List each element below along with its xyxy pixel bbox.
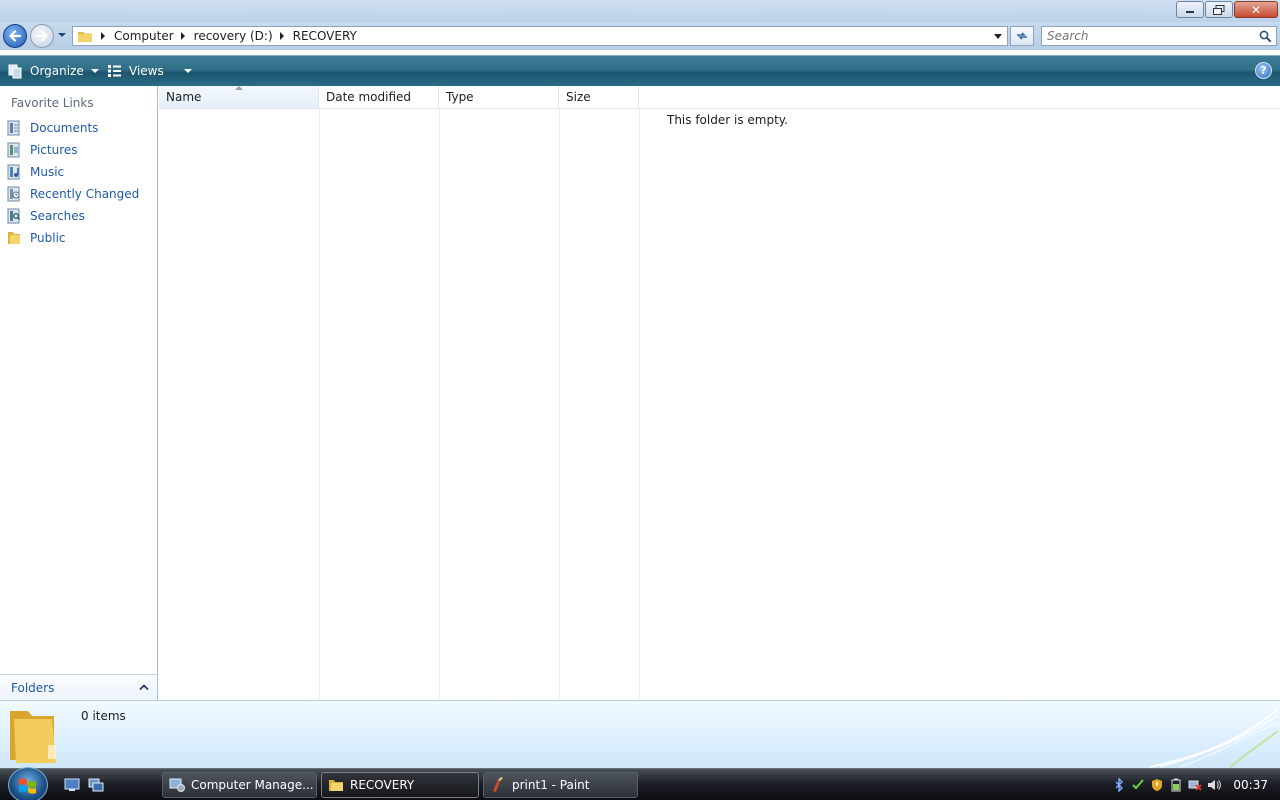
network-check-icon[interactable] <box>1131 778 1145 792</box>
refresh-button[interactable] <box>1010 26 1034 46</box>
column-header-type[interactable]: Type <box>439 86 559 109</box>
sort-ascending-icon <box>235 86 243 90</box>
recently-changed-icon <box>7 186 20 202</box>
music-icon <box>7 164 20 180</box>
close-icon: ✕ <box>1250 2 1262 17</box>
column-header-filler <box>639 86 1280 109</box>
taskbar-item-computer-management[interactable]: Computer Manage... <box>162 772 317 798</box>
large-folder-icon <box>10 711 56 763</box>
organize-button[interactable]: Organize <box>8 62 99 80</box>
search-input[interactable] <box>1042 27 1252 45</box>
forward-button[interactable] <box>30 24 54 48</box>
help-button[interactable]: ? <box>1255 62 1272 79</box>
searches-icon <box>7 208 21 224</box>
command-bar: Organize Views ? <box>0 55 1280 86</box>
documents-icon <box>7 120 20 136</box>
breadcrumb-separator[interactable] <box>180 32 185 40</box>
nav-link-documents[interactable]: Documents <box>6 119 98 137</box>
computer-management-icon <box>169 778 185 792</box>
breadcrumb-root-separator[interactable] <box>98 32 114 40</box>
minimize-icon <box>1186 10 1194 13</box>
public-folder-icon <box>8 232 20 244</box>
security-shield-icon[interactable] <box>1150 778 1164 792</box>
nav-link-searches[interactable]: Searches <box>6 207 85 225</box>
back-arrow-icon <box>9 30 22 42</box>
show-desktop-icon[interactable] <box>64 778 80 792</box>
folder-icon <box>329 780 343 791</box>
breadcrumb-separator[interactable] <box>279 32 284 40</box>
column-header-size[interactable]: Size <box>559 86 639 109</box>
column-header-name[interactable]: Name <box>159 86 319 109</box>
search-box[interactable] <box>1041 26 1277 46</box>
paint-icon <box>493 777 503 792</box>
address-row: Computer recovery (D:) RECOVERY <box>0 22 1280 50</box>
search-icon[interactable] <box>1259 30 1272 43</box>
recent-pages-dropdown[interactable] <box>57 28 67 42</box>
taskbar-item-paint[interactable]: print1 - Paint <box>483 772 638 798</box>
chevron-down-icon[interactable] <box>183 69 192 73</box>
navigation-pane: Favorite Links Documents Pictures Music … <box>0 86 158 700</box>
clock[interactable]: 00:37 <box>1233 778 1268 792</box>
item-count: 0 items <box>81 709 126 723</box>
views-icon <box>108 65 121 77</box>
windows-logo-icon <box>19 778 36 794</box>
minimize-button[interactable] <box>1176 1 1204 18</box>
column-divider <box>439 109 440 700</box>
restore-icon <box>1213 4 1225 15</box>
volume-icon[interactable] <box>1207 778 1221 792</box>
start-button[interactable] <box>8 767 48 800</box>
folder-icon <box>78 32 92 42</box>
restore-button[interactable] <box>1205 1 1233 18</box>
help-icon: ? <box>1260 64 1267 77</box>
column-divider <box>639 109 640 700</box>
breadcrumb-recovery-folder[interactable]: RECOVERY <box>293 29 361 43</box>
details-pane: 0 items <box>0 700 1280 768</box>
nav-link-public[interactable]: Public <box>6 229 66 247</box>
nav-link-music[interactable]: Music <box>6 163 64 181</box>
pictures-icon <box>7 142 20 158</box>
forward-arrow-icon <box>35 30 48 42</box>
battery-icon[interactable] <box>1169 778 1183 792</box>
chevron-down-icon <box>994 33 1002 39</box>
nav-link-pictures[interactable]: Pictures <box>6 141 78 159</box>
refresh-icon <box>1017 32 1027 40</box>
folders-toggle[interactable]: Folders <box>0 674 157 700</box>
switch-windows-icon[interactable] <box>88 778 104 792</box>
back-button[interactable] <box>3 24 27 48</box>
breadcrumb-recovery-drive[interactable]: recovery (D:) <box>194 29 293 43</box>
address-bar[interactable]: Computer recovery (D:) RECOVERY <box>72 26 1008 46</box>
favorite-links-header: Favorite Links <box>11 96 94 110</box>
column-divider <box>559 109 560 700</box>
empty-folder-message: This folder is empty. <box>667 113 788 127</box>
close-button[interactable]: ✕ <box>1234 1 1278 18</box>
decorative-swoosh <box>1149 708 1279 768</box>
column-header-date-modified[interactable]: Date modified <box>319 86 439 109</box>
chevron-up-icon <box>139 684 149 691</box>
network-disconnected-icon[interactable] <box>1188 778 1202 792</box>
chevron-down-icon <box>90 69 99 73</box>
column-divider <box>319 109 320 700</box>
bluetooth-icon[interactable] <box>1112 777 1126 792</box>
views-button[interactable]: Views <box>107 62 192 80</box>
nav-link-recently-changed[interactable]: Recently Changed <box>6 185 139 203</box>
address-history-dropdown[interactable] <box>991 30 1005 42</box>
breadcrumb-computer[interactable]: Computer <box>114 29 194 43</box>
window-controls: ✕ <box>1176 1 1278 18</box>
title-bar: ✕ <box>0 0 1280 22</box>
file-list[interactable]: Name Date modified Type Size This folder… <box>159 86 1280 700</box>
taskbar: Computer Manage... RECOVERY print1 - Pai… <box>0 767 1280 800</box>
organize-icon <box>8 64 22 78</box>
taskbar-item-recovery[interactable]: RECOVERY <box>321 772 479 798</box>
